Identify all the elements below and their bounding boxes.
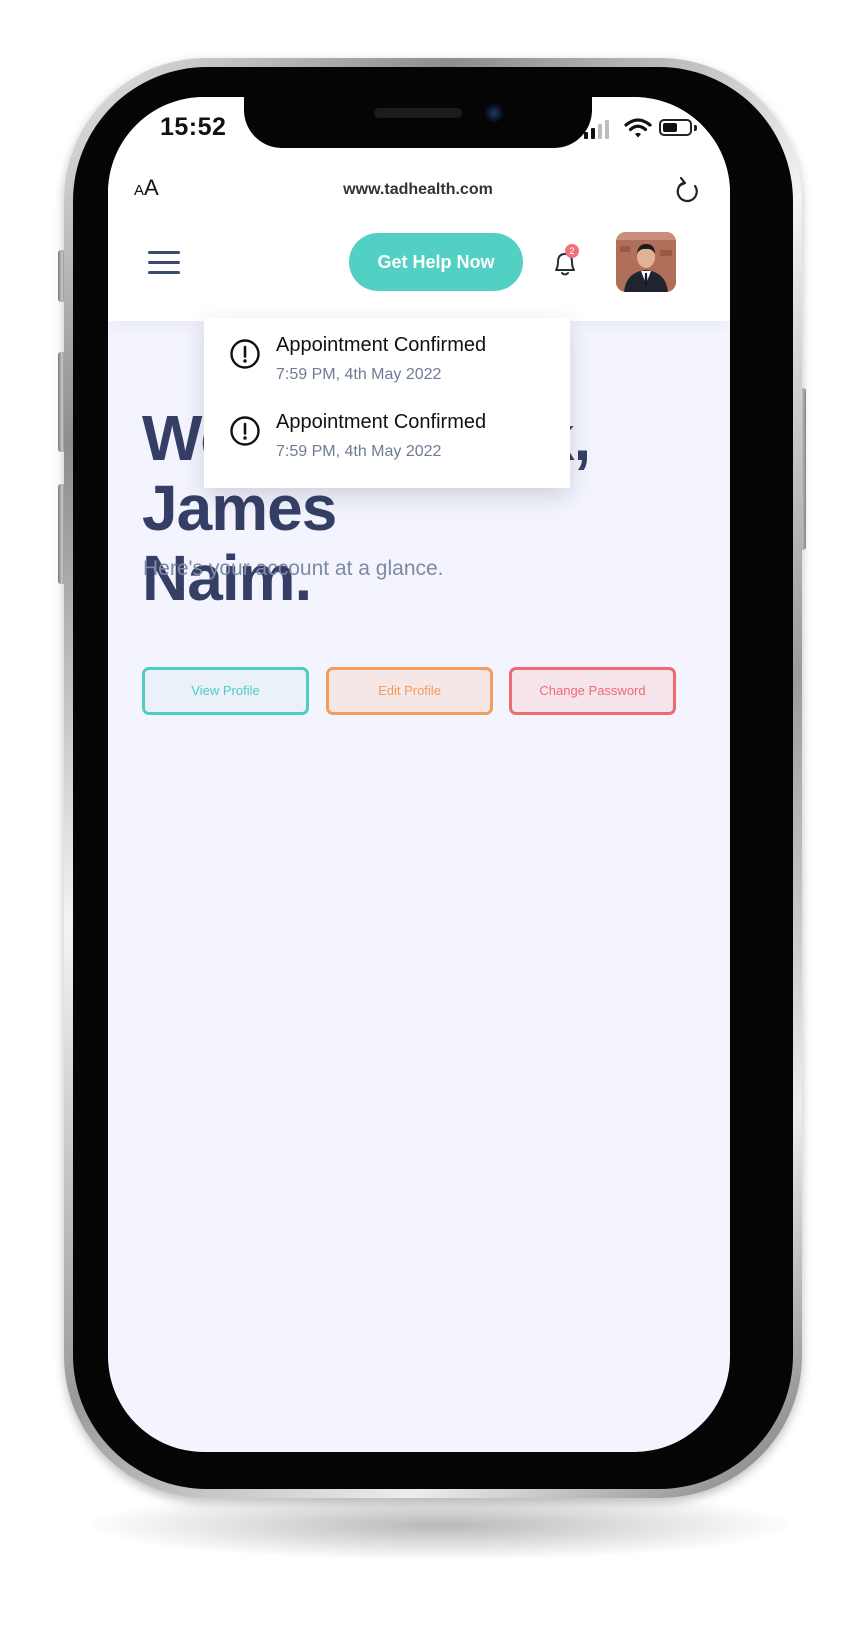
front-camera — [485, 104, 503, 122]
alert-circle-icon — [230, 339, 260, 369]
notification-time: 7:59 PM, 4th May 2022 — [276, 366, 442, 383]
bell-icon[interactable]: 2 — [550, 244, 580, 279]
notification-item[interactable]: Appointment Confirmed 7:59 PM, 4th May 2… — [204, 399, 570, 477]
get-help-now-button[interactable]: Get Help Now — [349, 233, 523, 291]
wifi-icon — [624, 118, 652, 138]
status-time: 15:52 — [160, 113, 227, 141]
battery-cap — [694, 125, 697, 131]
notifications-dropdown: Appointment Confirmed 7:59 PM, 4th May 2… — [204, 318, 570, 488]
welcome-subtitle: Here's your account at a glance. — [143, 557, 444, 580]
phone-mockup: 15:52 AA www.tadhealth.com Get Help Now … — [0, 0, 863, 1628]
alert-circle-icon — [230, 416, 260, 446]
hamburger-menu-icon[interactable] — [148, 249, 182, 275]
change-password-button[interactable]: Change Password — [509, 667, 676, 715]
text-size-small: A — [134, 182, 145, 199]
notification-count-badge: 2 — [565, 244, 579, 258]
status-icons — [584, 117, 704, 139]
notification-title: Appointment Confirmed — [276, 411, 487, 433]
earpiece-speaker — [374, 108, 462, 118]
address-bar-url[interactable]: www.tadhealth.com — [268, 181, 568, 199]
phone-shadow — [90, 1490, 790, 1560]
notification-time: 7:59 PM, 4th May 2022 — [276, 443, 442, 460]
phone-screen: 15:52 AA www.tadhealth.com Get Help Now … — [108, 97, 730, 1452]
user-avatar[interactable] — [616, 232, 676, 292]
edit-profile-button[interactable]: Edit Profile — [326, 667, 493, 715]
view-profile-button[interactable]: View Profile — [142, 667, 309, 715]
reload-icon[interactable] — [674, 176, 702, 206]
text-size-big: A — [144, 175, 159, 200]
text-size-icon[interactable]: AA — [134, 175, 159, 201]
notification-title: Appointment Confirmed — [276, 334, 487, 356]
notification-item[interactable]: Appointment Confirmed 7:59 PM, 4th May 2… — [204, 322, 570, 400]
battery-icon — [659, 119, 692, 136]
avatar-portrait — [616, 232, 676, 292]
